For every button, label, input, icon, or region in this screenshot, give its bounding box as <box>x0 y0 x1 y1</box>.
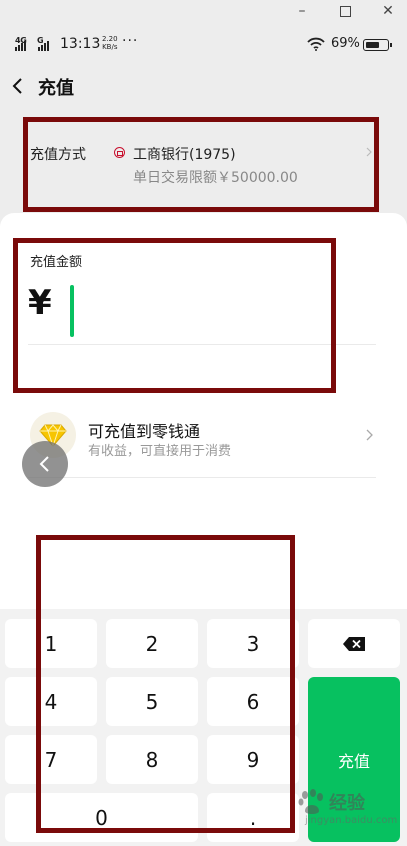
network-speed: 2.20 KB/s <box>102 35 118 51</box>
key-6[interactable]: 6 <box>207 677 299 726</box>
lingqiantong-title[interactable]: 可充值到零钱通 <box>88 418 200 442</box>
maximize-button[interactable] <box>330 0 360 22</box>
lingqiantong-subtitle: 有收益，可直接用于消费 <box>88 444 232 459</box>
key-dot[interactable]: . <box>207 793 299 842</box>
key-2[interactable]: 2 <box>106 619 198 668</box>
status-bar: 4G G 13:13 2.20 KB/s ··· 69% <box>0 30 407 58</box>
key-9[interactable]: 9 <box>207 735 299 784</box>
maximize-icon <box>339 5 351 17</box>
key-4[interactable]: 4 <box>5 677 97 726</box>
chevron-left-icon <box>39 456 49 472</box>
payment-method-label: 充值方式 <box>30 147 86 163</box>
page-title: 充值 <box>38 78 74 99</box>
bank-card-name: 工商银行(1975) <box>133 147 236 163</box>
amount-input-cursor[interactable] <box>70 285 74 337</box>
watermark-url: jingyan.baidu.com <box>305 815 398 826</box>
network-speed-value: 2.20 <box>102 35 118 43</box>
key-0[interactable]: 0 <box>5 793 198 842</box>
floating-back-button[interactable] <box>22 441 68 487</box>
minimize-button[interactable]: – <box>287 0 317 22</box>
battery-percent: 69% <box>331 36 360 51</box>
network-speed-unit: KB/s <box>102 43 118 51</box>
key-1[interactable]: 1 <box>5 619 97 668</box>
nav-header: 充值 <box>0 64 407 108</box>
backspace-key[interactable] <box>308 619 400 668</box>
payment-method-row[interactable]: 充值方式 工商银行(1975) 单日交易限额￥50000.00 <box>0 120 407 212</box>
paw-logo-icon <box>298 789 323 814</box>
backspace-icon <box>343 636 365 651</box>
battery-icon <box>363 39 392 51</box>
watermark-brand: 经验 <box>329 793 365 814</box>
key-5[interactable]: 5 <box>106 677 198 726</box>
close-button[interactable]: ✕ <box>373 0 403 22</box>
chevron-right-icon <box>366 147 372 157</box>
currency-symbol: ¥ <box>28 283 52 323</box>
amount-label: 充值金额 <box>30 255 83 270</box>
more-notifications-icon: ··· <box>122 33 139 49</box>
divider <box>28 344 376 345</box>
window-title-bar: – ✕ <box>0 0 407 24</box>
watermark: 经验 jingyan.baidu.com <box>295 787 403 837</box>
divider <box>28 477 376 478</box>
key-3[interactable]: 3 <box>207 619 299 668</box>
key-8[interactable]: 8 <box>106 735 198 784</box>
bank-logo-icon <box>114 147 125 158</box>
key-7[interactable]: 7 <box>5 735 97 784</box>
back-arrow-icon[interactable] <box>10 76 24 96</box>
wifi-icon <box>307 37 325 51</box>
signal-icon <box>15 40 26 51</box>
daily-limit-text: 单日交易限额￥50000.00 <box>133 170 298 186</box>
chevron-right-icon[interactable] <box>366 429 373 441</box>
signal-icon-2 <box>38 40 49 51</box>
clock: 13:13 <box>60 36 101 52</box>
